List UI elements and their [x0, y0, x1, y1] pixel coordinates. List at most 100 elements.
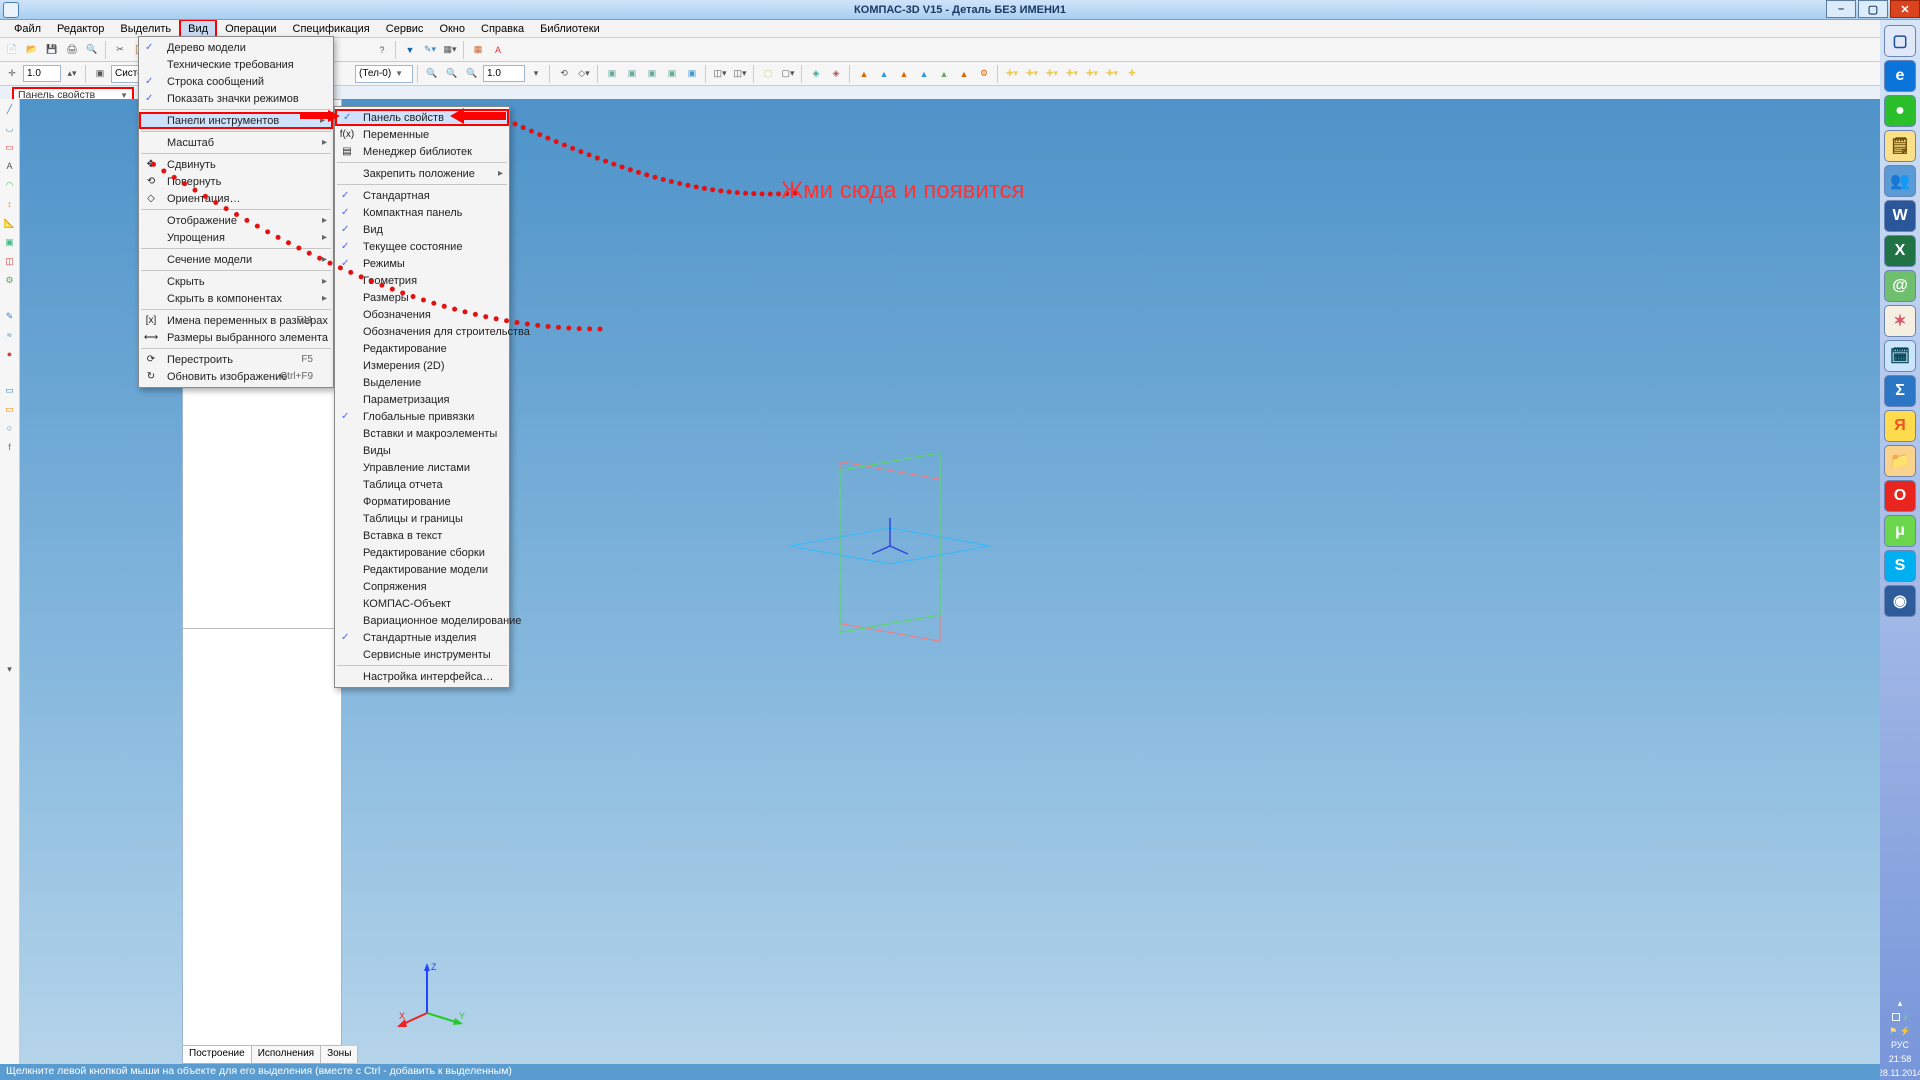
tool-body-icon[interactable]: ▣ — [2, 234, 18, 250]
menuitem[interactable]: Вставка в текст — [335, 527, 509, 544]
menu-operations[interactable]: Операции — [217, 20, 284, 38]
new-icon[interactable]: 📄 — [3, 41, 21, 59]
menuitem[interactable]: Технические требования — [139, 56, 333, 73]
tool-sec4-icon[interactable]: f — [2, 439, 18, 455]
box-icon[interactable]: ▢ — [759, 65, 777, 83]
box2-icon[interactable]: ▢▾ — [779, 65, 797, 83]
tag2-icon[interactable]: ◈ — [827, 65, 845, 83]
menuitem[interactable]: Вариационное моделирование — [335, 612, 509, 629]
zoom-scale-icon[interactable]: 🔍 — [463, 65, 481, 83]
menuitem[interactable]: Сервисные инструменты — [335, 646, 509, 663]
plus5-icon[interactable]: ✚▾ — [1083, 65, 1101, 83]
asm5-icon[interactable]: ▲ — [935, 65, 953, 83]
menuitem[interactable]: Настройка интерфейса… — [335, 668, 509, 685]
menuitem[interactable]: Управление листами — [335, 459, 509, 476]
tool-sec3-icon[interactable]: ○ — [2, 420, 18, 436]
menu-service[interactable]: Сервис — [378, 20, 432, 38]
taskbar-app[interactable]: 🗓 — [1884, 340, 1916, 372]
menuitem[interactable]: ✓Стандартные изделия — [335, 629, 509, 646]
asm1-icon[interactable]: ▲ — [855, 65, 873, 83]
asm6-icon[interactable]: ▲ — [955, 65, 973, 83]
menuitem[interactable]: Виды — [335, 442, 509, 459]
scroll-down-icon[interactable]: ▾ — [2, 661, 18, 677]
zoom-window-icon[interactable]: 🔍 — [423, 65, 441, 83]
plus2-icon[interactable]: ✚▾ — [1023, 65, 1041, 83]
tool-text-icon[interactable]: A — [2, 158, 18, 174]
shade4-icon[interactable]: ▣ — [663, 65, 681, 83]
scale-input[interactable] — [23, 65, 61, 82]
taskbar-app[interactable]: 👥 — [1884, 165, 1916, 197]
grid-icon[interactable]: ▦ — [469, 41, 487, 59]
tab-build[interactable]: Построение — [183, 1046, 252, 1063]
brush-icon[interactable]: ✎▾ — [421, 41, 439, 59]
tool-edit-icon[interactable]: ✎ — [2, 308, 18, 324]
orientation-icon[interactable]: ◇▾ — [575, 65, 593, 83]
tool-curve-icon[interactable]: ◡ — [2, 120, 18, 136]
viewport[interactable]: Построение Исполнения Зоны Z Y X — [20, 99, 1880, 1064]
gear-icon[interactable]: ⚙ — [975, 65, 993, 83]
close-button[interactable]: ✕ — [1890, 0, 1920, 18]
menu-spec[interactable]: Спецификация — [285, 20, 378, 38]
save-icon[interactable]: 💾 — [43, 41, 61, 59]
tool-line-icon[interactable]: ╱ — [2, 101, 18, 117]
tab-exec[interactable]: Исполнения — [252, 1046, 321, 1063]
print-icon[interactable]: 🖨 — [63, 41, 81, 59]
maximize-button[interactable]: ▢ — [1858, 0, 1888, 18]
shade2-icon[interactable]: ▣ — [623, 65, 641, 83]
taskbar-app[interactable]: Я — [1884, 410, 1916, 442]
misc-icon[interactable]: ◫▾ — [711, 65, 729, 83]
taskbar-app[interactable]: μ — [1884, 515, 1916, 547]
plus6-icon[interactable]: ✚▾ — [1103, 65, 1121, 83]
taskbar-app[interactable]: S — [1884, 550, 1916, 582]
plus1-icon[interactable]: ✚▾ — [1003, 65, 1021, 83]
menu-libraries[interactable]: Библиотеки — [532, 20, 608, 38]
taskbar-app[interactable]: 🗒 — [1884, 130, 1916, 162]
tray-time[interactable]: 21:58 — [1880, 1052, 1920, 1066]
tool-rect-icon[interactable]: ▭ — [2, 139, 18, 155]
minimize-button[interactable]: – — [1826, 0, 1856, 18]
menuitem[interactable]: Сопряжения — [335, 578, 509, 595]
snap-icon[interactable]: ✛ — [3, 65, 21, 83]
menu-window[interactable]: Окно — [431, 20, 473, 38]
taskbar-app[interactable]: Σ — [1884, 375, 1916, 407]
taskbar-app[interactable]: e — [1884, 60, 1916, 92]
tool-arc-icon[interactable]: ◠ — [2, 177, 18, 193]
menu-file[interactable]: Файл — [6, 20, 49, 38]
taskbar-app[interactable]: ▢ — [1884, 25, 1916, 57]
zoom-drop-icon[interactable]: ▾ — [527, 65, 545, 83]
tool-meas-icon[interactable]: 📐 — [2, 215, 18, 231]
taskbar-app[interactable]: X — [1884, 235, 1916, 267]
zoom-input[interactable] — [483, 65, 525, 82]
menu-edit[interactable]: Редактор — [49, 20, 112, 38]
menuitem[interactable]: Форматирование — [335, 493, 509, 510]
plus3-icon[interactable]: ✚▾ — [1043, 65, 1061, 83]
tool-misc-icon[interactable]: ⚙ — [2, 272, 18, 288]
preview-icon[interactable]: 🔍 — [83, 41, 101, 59]
taskbar-app[interactable]: ● — [1884, 95, 1916, 127]
tab-zones[interactable]: Зоны — [321, 1046, 358, 1063]
taskbar-app[interactable]: 📁 — [1884, 445, 1916, 477]
stepper-icon[interactable]: ▴▾ — [63, 65, 81, 83]
menu-select[interactable]: Выделить — [112, 20, 179, 38]
tray-lang[interactable]: РУС — [1880, 1038, 1920, 1052]
asm3-icon[interactable]: ▲ — [895, 65, 913, 83]
taskbar-app[interactable]: ✶ — [1884, 305, 1916, 337]
tray-up-icon[interactable]: ▴ — [1880, 996, 1920, 1010]
cut-icon[interactable]: ✂ — [111, 41, 129, 59]
solid-combo[interactable]: (Тел-0)▼ — [355, 65, 413, 83]
menuitem[interactable]: КОМПАС-Объект — [335, 595, 509, 612]
help-icon[interactable]: ? — [373, 41, 391, 59]
zoom-fit-icon[interactable]: 🔍 — [443, 65, 461, 83]
menuitem[interactable]: Редактирование модели — [335, 561, 509, 578]
tray-date[interactable]: 28.11.2014 — [1880, 1066, 1920, 1080]
paintdrop-icon[interactable]: ▼ — [401, 41, 419, 59]
open-icon[interactable]: 📂 — [23, 41, 41, 59]
asm4-icon[interactable]: ▲ — [915, 65, 933, 83]
plus4-icon[interactable]: ✚▾ — [1063, 65, 1081, 83]
text-icon[interactable]: A — [489, 41, 507, 59]
shade5-icon[interactable]: ▣ — [683, 65, 701, 83]
tool-sec1-icon[interactable]: ▭ — [2, 382, 18, 398]
pattern-icon[interactable]: ▦▾ — [441, 41, 459, 59]
tool-sec2-icon[interactable]: ▭ — [2, 401, 18, 417]
menu-help[interactable]: Справка — [473, 20, 532, 38]
